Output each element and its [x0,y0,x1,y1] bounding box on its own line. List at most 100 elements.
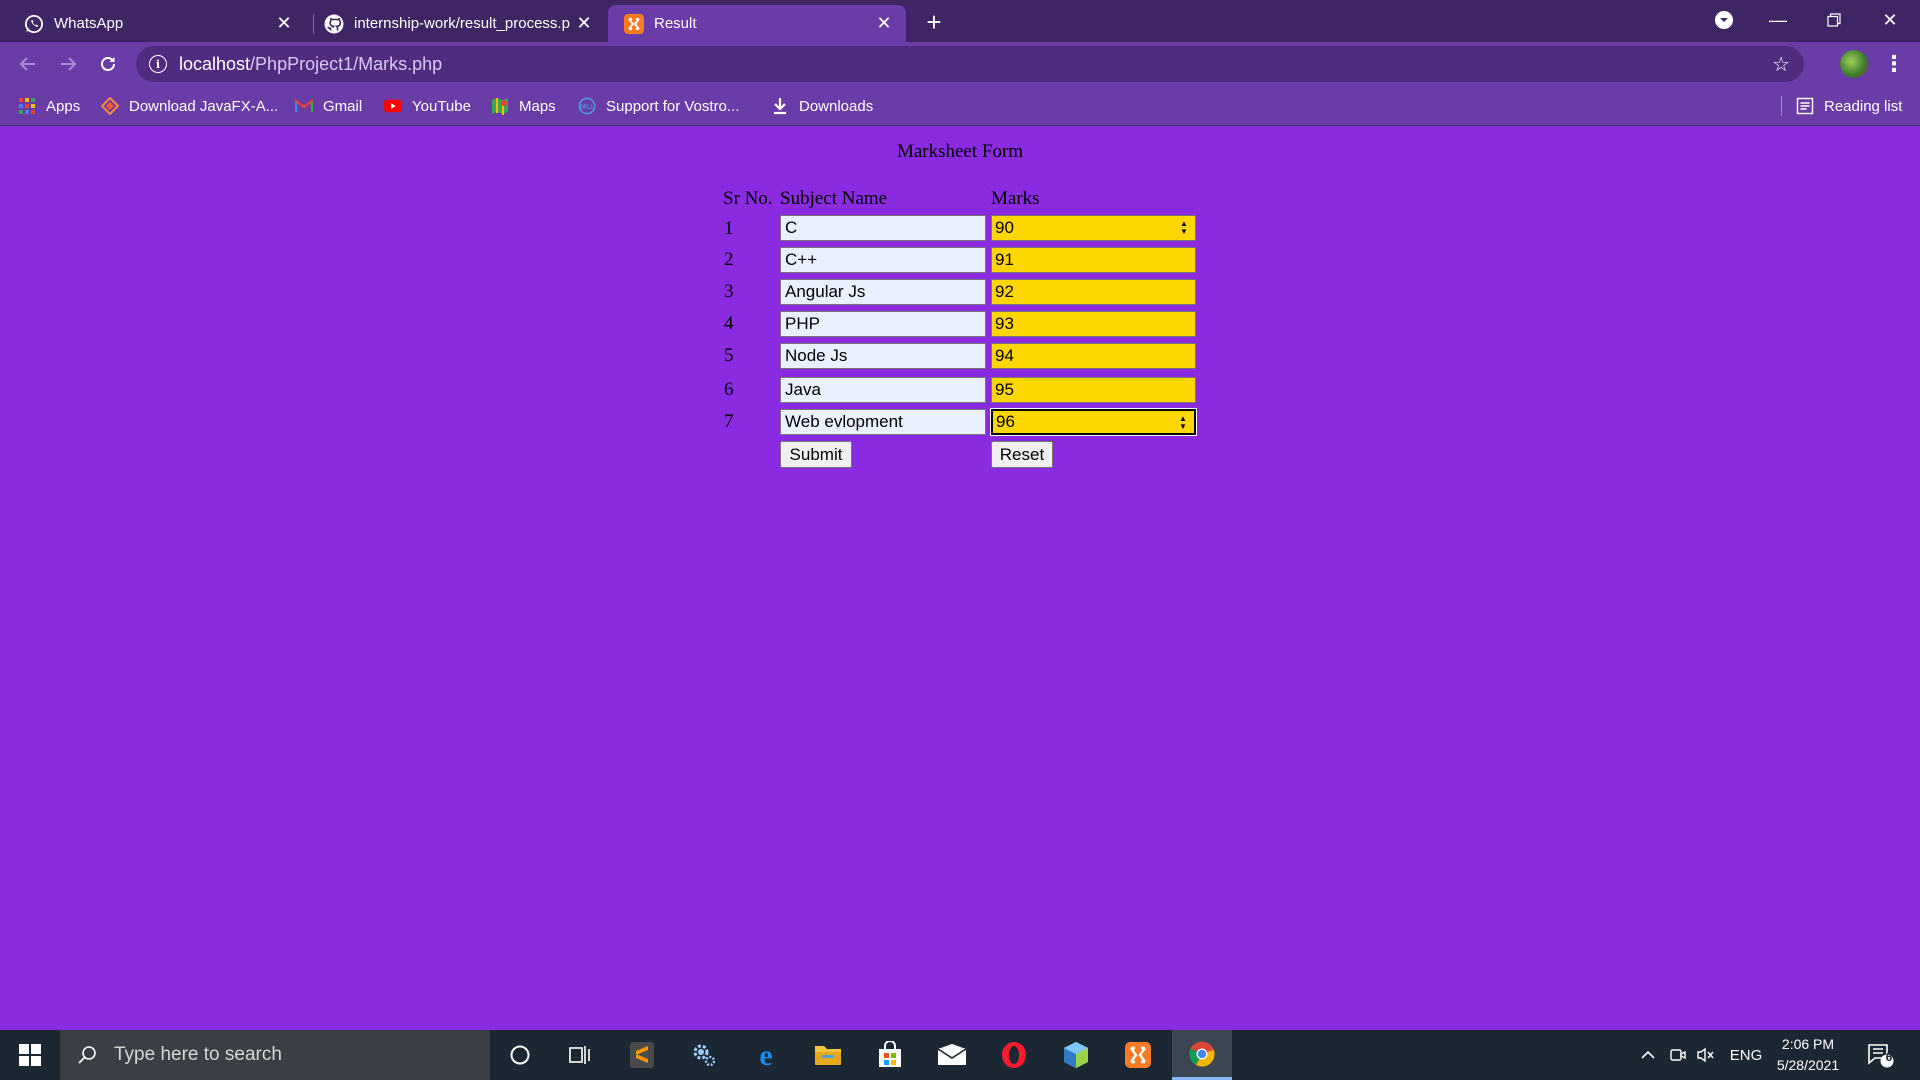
github-icon [324,14,344,34]
bookmark-dell-support[interactable]: DELL Support for Vostro... [578,94,739,118]
bookmark-label: Apps [46,97,81,115]
marks-input-focused[interactable]: 96 ▲ ▼ [990,408,1197,436]
marks-value: 93 [995,314,1014,333]
close-icon[interactable]: ✕ [570,10,598,38]
profile-avatar[interactable] [1840,50,1868,78]
marks-input[interactable]: 93 [991,311,1196,337]
spinner-arrows-icon[interactable]: ▲ ▼ [1175,414,1191,432]
maps-icon [491,97,509,115]
reading-list-button[interactable]: Reading list [1796,94,1902,118]
subject-input[interactable]: C++ [780,247,986,273]
reset-button[interactable]: Reset [991,441,1053,468]
taskbar-settings[interactable] [674,1030,734,1080]
reload-button[interactable] [92,48,124,80]
row-number: 4 [724,313,734,334]
task-view-button[interactable] [550,1030,610,1080]
subject-input[interactable]: Java [780,377,986,403]
taskbar-netbeans[interactable] [1046,1030,1106,1080]
tab-title: internship-work/result_process.p [354,15,570,32]
taskbar-edge[interactable]: e [736,1030,796,1080]
tab-whatsapp[interactable]: WhatsApp ✕ [0,5,306,42]
bookmark-maps[interactable]: Maps [491,94,556,118]
marks-input[interactable]: 92 [991,279,1196,305]
xampp-icon [624,13,644,34]
marks-value: 91 [995,250,1014,269]
action-center-button[interactable]: 6 [1858,1030,1902,1080]
restore-button[interactable] [1806,0,1862,40]
window-close-button[interactable]: ✕ [1862,0,1918,40]
tab-search-button[interactable] [1696,0,1752,40]
taskbar-xampp[interactable] [1108,1030,1168,1080]
address-bar[interactable]: i localhost/PhpProject1/Marks.php ☆ [136,46,1804,82]
info-icon[interactable]: i [149,55,167,73]
taskbar-mail[interactable] [922,1030,982,1080]
forward-button[interactable] [52,48,84,80]
bookmark-youtube[interactable]: YouTube [384,94,471,118]
subject-input[interactable]: PHP [780,311,986,337]
bookmark-label: Downloads [799,97,874,115]
taskbar-search-box[interactable]: Type here to search [60,1030,490,1080]
bookmarks-divider [1781,96,1782,116]
edge-icon: e [759,1041,772,1069]
taskbar-file-explorer[interactable] [798,1030,858,1080]
taskbar-store[interactable] [860,1030,920,1080]
reading-list-icon [1796,97,1814,115]
browser-menu-button[interactable]: ⋮ [1880,48,1908,80]
spinner-arrows-icon[interactable]: ▲ ▼ [1176,219,1192,237]
row-number: 3 [724,281,734,302]
taskbar-sublime-text[interactable] [612,1030,672,1080]
marks-input[interactable]: 90 ▲ ▼ [991,215,1196,241]
bookmarks-bar: Apps Download JavaFX-A... Gmail YouTube … [0,86,1920,126]
tab-result[interactable]: Result ✕ [608,5,906,42]
bookmark-gmail[interactable]: Gmail [295,94,362,118]
svg-text:DELL: DELL [580,104,595,110]
tab-title: Result [654,15,697,32]
cortana-button[interactable] [490,1030,550,1080]
form-title: Marksheet Form [896,141,1024,162]
gear-icon [693,1044,716,1067]
new-tab-button[interactable]: + [918,7,950,37]
meet-now-button[interactable] [1666,1030,1690,1080]
bookmark-star-icon[interactable]: ☆ [1772,52,1790,77]
apps-grid-icon [18,97,36,115]
subject-input[interactable]: C [780,215,986,241]
tab-github[interactable]: internship-work/result_process.p ✕ [300,5,606,42]
submit-button[interactable]: Submit [780,441,852,468]
bookmark-label: Maps [519,97,556,115]
clock-time: 2:06 PM [1781,1036,1835,1052]
show-hidden-icons-button[interactable] [1636,1030,1660,1080]
header-marks: Marks [991,188,1040,209]
back-button[interactable] [12,48,44,80]
marks-value: 92 [995,282,1014,301]
chevron-down-icon [1715,11,1733,29]
bookmark-downloads[interactable]: Downloads [771,94,873,118]
input-language[interactable]: ENG [1726,1030,1766,1080]
subject-input[interactable]: Web evlopment [780,409,986,435]
minimize-button[interactable]: — [1750,0,1806,40]
start-button[interactable] [0,1030,60,1080]
header-srno: Sr No. [723,188,773,209]
whatsapp-icon [24,14,44,34]
gmail-icon [295,97,313,115]
svg-text:e: e [759,1041,772,1069]
system-clock[interactable]: 2:06 PM 5/28/2021 [1768,1034,1848,1076]
close-icon[interactable]: ✕ [870,10,898,38]
marks-input[interactable]: 94 [991,343,1196,369]
bookmark-apps[interactable]: Apps [18,94,80,118]
marks-input[interactable]: 91 [991,247,1196,273]
taskbar-chrome[interactable] [1172,1030,1232,1080]
download-icon [771,97,789,115]
subject-input[interactable]: Angular Js [780,279,986,305]
close-icon[interactable]: ✕ [270,10,298,38]
marksheet-page: Marksheet Form Sr No. Subject Name Marks… [0,127,1920,1030]
bookmark-javafx[interactable]: Download JavaFX-A... [101,94,278,118]
subject-input[interactable]: Node Js [780,343,986,369]
marks-input[interactable]: 95 [991,377,1196,403]
marks-value: 94 [995,346,1014,365]
taskbar-opera[interactable] [984,1030,1044,1080]
row-number: 1 [724,218,734,239]
volume-button[interactable] [1694,1030,1718,1080]
restore-icon [1827,13,1841,27]
marks-value: 95 [995,380,1014,399]
cortana-circle-icon [510,1045,530,1065]
